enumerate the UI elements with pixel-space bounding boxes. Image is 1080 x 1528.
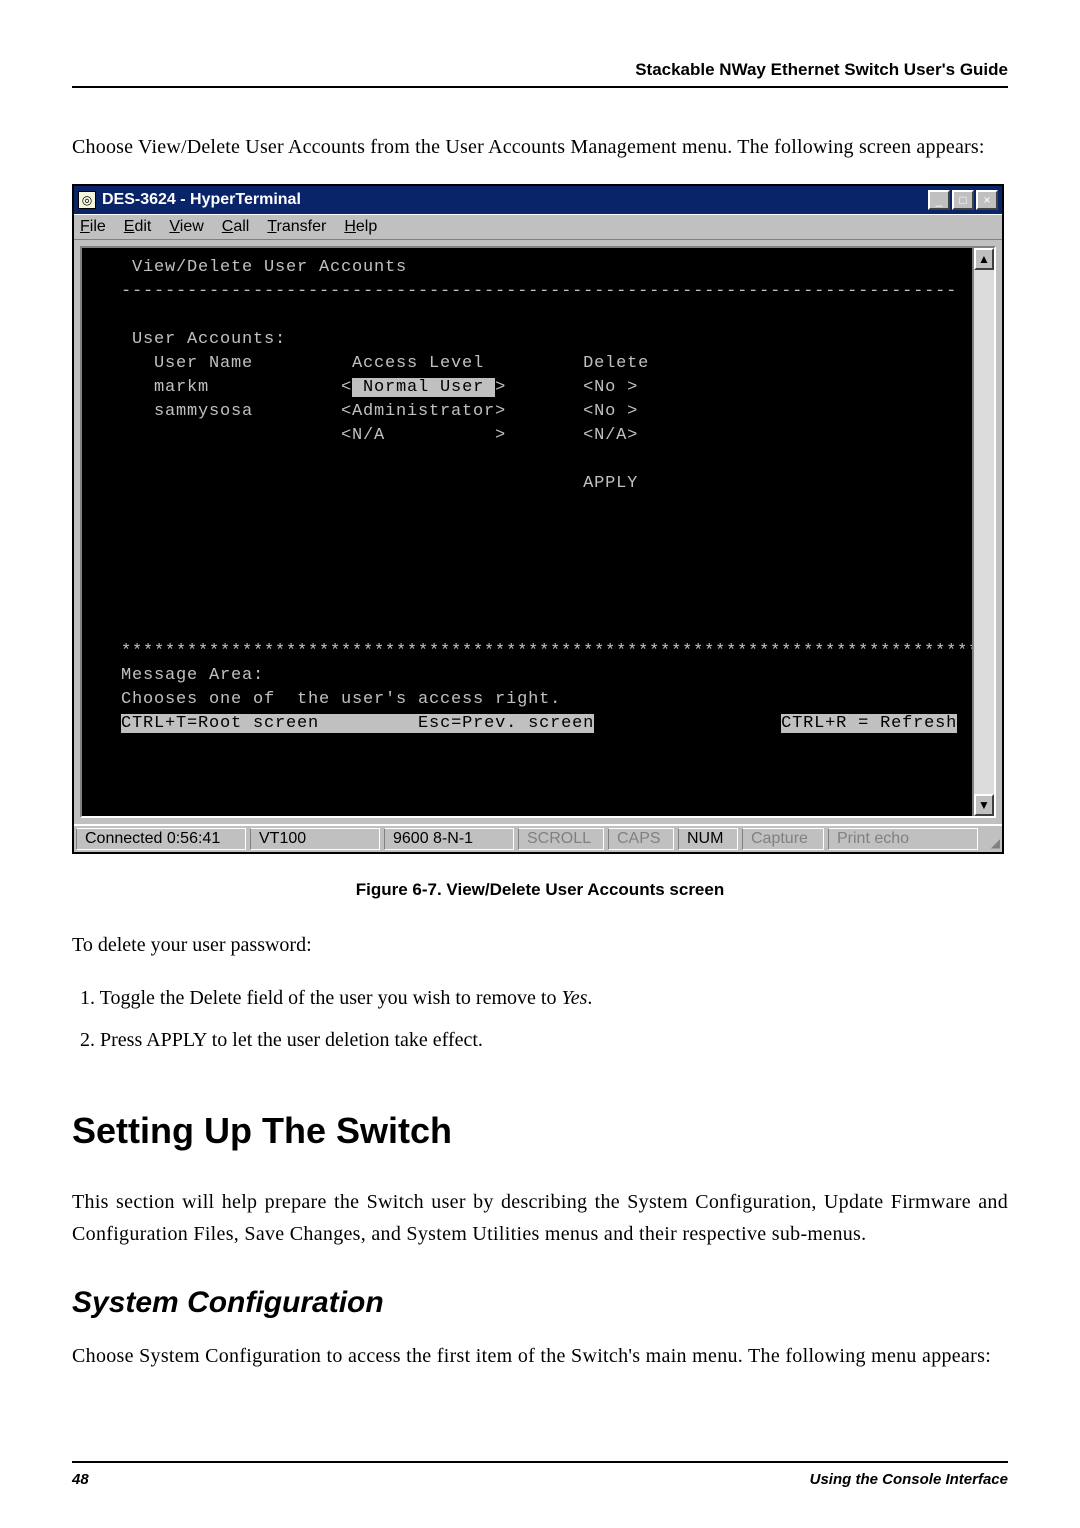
figure-caption: Figure 6-7. View/Delete User Accounts sc… [72, 880, 1008, 900]
page-number: 48 [72, 1471, 89, 1488]
window-title: DES-3624 - HyperTerminal [102, 191, 301, 209]
status-connected: Connected 0:56:41 [76, 828, 246, 850]
maximize-button[interactable]: □ [952, 190, 974, 210]
header-rule [72, 86, 1008, 88]
setup-paragraph: This section will help prepare the Switc… [72, 1186, 1008, 1250]
step-1: 1. Toggle the Delete field of the user y… [80, 982, 1008, 1014]
term-line: Message Area: [88, 666, 264, 685]
steps-list: 1. Toggle the Delete field of the user y… [80, 982, 1008, 1056]
term-line: <N/A > <N/A> [88, 426, 638, 445]
page-footer: 48 Using the Console Interface [72, 1461, 1008, 1488]
status-caps: CAPS [608, 828, 674, 850]
minimize-button[interactable]: _ [928, 190, 950, 210]
term-line: Chooses one of the user's access right. [88, 690, 561, 709]
app-icon: ◎ [78, 191, 96, 209]
selected-access-level[interactable]: Normal User [352, 378, 495, 397]
term-line: User Accounts: [88, 330, 286, 349]
intro-paragraph: Choose View/Delete User Accounts from th… [72, 132, 1008, 162]
term-line: View/Delete User Accounts [88, 258, 407, 277]
menu-call[interactable]: Call [222, 218, 250, 236]
menu-transfer[interactable]: Transfer [267, 218, 326, 236]
close-button[interactable]: × [976, 190, 998, 210]
step-1-yes: Yes [561, 987, 587, 1009]
status-scroll: SCROLL [518, 828, 604, 850]
term-line: User Name Access Level Delete [88, 354, 649, 373]
heading-system-config: System Configuration [72, 1286, 1008, 1320]
menu-file[interactable]: File [80, 218, 106, 236]
scroll-up-button[interactable]: ▲ [974, 248, 994, 270]
scroll-down-button[interactable]: ▼ [974, 794, 994, 816]
term-line: > <No > [495, 378, 638, 397]
running-header: Stackable NWay Ethernet Switch User's Gu… [72, 60, 1008, 80]
menu-edit[interactable]: Edit [124, 218, 152, 236]
term-line: sammysosa <Administrator> <No > [88, 402, 638, 421]
term-line: markm < [88, 378, 352, 397]
status-printecho: Print echo [828, 828, 978, 850]
status-capture: Capture [742, 828, 824, 850]
footer-hint-right: CTRL+R = Refresh [781, 714, 957, 733]
term-line [88, 714, 121, 733]
heading-setting-up: Setting Up The Switch [72, 1110, 1008, 1152]
status-settings: 9600 8-N-1 [384, 828, 514, 850]
status-num: NUM [678, 828, 738, 850]
footer-hint-left: CTRL+T=Root screen Esc=Prev. screen [121, 714, 594, 733]
terminal-view[interactable]: View/Delete User Accounts --------------… [82, 248, 972, 816]
status-emulation: VT100 [250, 828, 380, 850]
footer-rule [72, 1461, 1008, 1463]
step-2: 2. Press APPLY to let the user deletion … [80, 1024, 1008, 1056]
apply-action[interactable]: APPLY [88, 474, 638, 493]
term-line: ****************************************… [88, 642, 972, 661]
term-line: ----------------------------------------… [88, 282, 957, 301]
vertical-scrollbar[interactable]: ▲ ▼ [972, 248, 994, 816]
delete-intro: To delete your user password: [72, 930, 1008, 960]
status-bar: Connected 0:56:41 VT100 9600 8-N-1 SCROL… [74, 824, 1002, 852]
hyperterminal-window: ◎ DES-3624 - HyperTerminal _ □ × File Ed… [72, 184, 1004, 854]
resize-grip-icon[interactable]: ◢ [980, 826, 1002, 852]
title-bar[interactable]: ◎ DES-3624 - HyperTerminal _ □ × [74, 186, 1002, 214]
sysconf-paragraph: Choose System Configuration to access th… [72, 1340, 1008, 1372]
footer-section: Using the Console Interface [810, 1471, 1008, 1488]
menubar: File Edit View Call Transfer Help [74, 214, 1002, 240]
menu-view[interactable]: View [169, 218, 203, 236]
term-line [594, 714, 781, 733]
menu-help[interactable]: Help [344, 218, 377, 236]
